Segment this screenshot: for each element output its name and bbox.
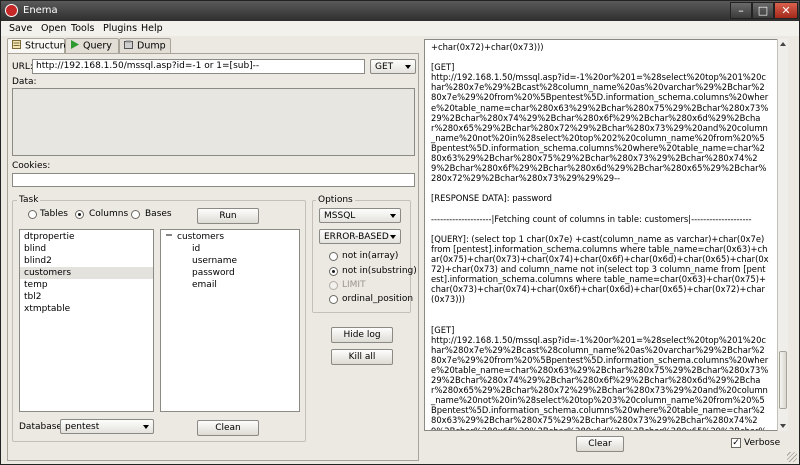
radio-ordinal-position[interactable] <box>329 295 338 304</box>
database-value: pentest <box>65 422 100 432</box>
clean-button[interactable]: Clean <box>197 420 259 436</box>
list-item[interactable]: blind2 <box>20 255 153 267</box>
tab-query-label: Query <box>83 40 112 52</box>
cookies-field[interactable] <box>12 173 415 187</box>
post-data-field[interactable] <box>12 88 415 156</box>
database-label: Database: <box>19 422 65 432</box>
tree-item[interactable]: id <box>192 243 200 255</box>
kill-all-button[interactable]: Kill all <box>331 349 393 365</box>
list-item[interactable]: customers <box>20 267 153 279</box>
radio-not-in-array-label: not in(array) <box>342 251 399 261</box>
tree-item[interactable]: email <box>192 279 217 291</box>
resize-grip[interactable] <box>787 452 797 462</box>
url-label: URL: <box>12 62 33 72</box>
tree-item[interactable]: username <box>192 255 237 267</box>
menu-plugins[interactable]: Plugins <box>103 23 137 34</box>
dump-icon <box>124 40 133 52</box>
dbms-value: MSSQL <box>324 211 356 221</box>
log-text: +char(0x72)+char(0x73))) [GET] http://19… <box>431 42 769 431</box>
database-select[interactable]: pentest <box>60 419 154 434</box>
play-icon <box>70 40 79 52</box>
radio-not-in-substring[interactable] <box>329 267 338 276</box>
injection-method-value: ERROR-BASED <box>324 232 389 242</box>
scroll-up-icon[interactable] <box>780 42 786 46</box>
radio-tables-label: Tables <box>40 209 68 219</box>
tab-dump[interactable]: Dump <box>119 38 171 53</box>
radio-tables[interactable] <box>28 210 37 219</box>
tab-dump-label: Dump <box>137 40 166 52</box>
close-button[interactable]: ✕ <box>774 2 798 19</box>
radio-ordinal-position-label: ordinal_position <box>342 294 414 304</box>
radio-limit <box>329 281 338 290</box>
menu-bar: Save Open Tools Plugins Help <box>1 21 799 36</box>
app-logo-icon <box>5 4 18 17</box>
injection-method-select[interactable]: ERROR-BASED <box>319 229 401 244</box>
radio-bases[interactable] <box>131 210 140 219</box>
maximize-button[interactable]: □ <box>752 2 774 19</box>
scroll-thumb[interactable] <box>779 351 787 409</box>
window-title: Enema <box>23 5 58 16</box>
list-item[interactable]: blind <box>20 243 153 255</box>
list-item[interactable]: xtmptable <box>20 303 153 315</box>
dbms-select[interactable]: MSSQL <box>319 208 401 223</box>
cookies-label: Cookies: <box>12 161 51 171</box>
list-item[interactable]: tbl2 <box>20 291 153 303</box>
scroll-down-icon[interactable] <box>780 424 786 428</box>
radio-not-in-array[interactable] <box>329 252 338 261</box>
columns-tree[interactable]: customers id username password email <box>160 229 300 412</box>
chevron-down-icon <box>390 235 396 239</box>
http-method-value: GET <box>375 62 394 72</box>
chevron-down-icon <box>390 214 396 218</box>
chevron-down-icon <box>143 425 149 429</box>
menu-tools[interactable]: Tools <box>71 23 94 34</box>
title-bar[interactable]: Enema – □ ✕ <box>1 1 799 21</box>
minimize-button[interactable]: – <box>730 2 752 19</box>
app-window: Enema – □ ✕ Save Open Tools Plugins Help… <box>0 0 800 465</box>
radio-columns-label: Columns <box>89 209 129 219</box>
verbose-checkbox[interactable]: ✓ <box>731 438 741 448</box>
clear-button[interactable]: Clear <box>576 436 624 452</box>
radio-not-in-substring-label: not in(substring) <box>342 266 417 276</box>
tab-structure-label: Structure <box>25 40 70 52</box>
http-method-select[interactable]: GET <box>370 59 416 74</box>
tab-structure[interactable]: Structure <box>7 38 69 54</box>
tables-list[interactable]: dtpropertie blind blind2 customers temp … <box>19 229 154 412</box>
list-item[interactable]: temp <box>20 279 153 291</box>
structure-icon <box>12 40 21 52</box>
tree-collapse-icon[interactable] <box>165 231 173 243</box>
list-item[interactable]: dtpropertie <box>20 231 153 243</box>
radio-columns[interactable] <box>75 210 84 219</box>
url-input[interactable]: http://192.168.1.50/mssql.asp?id=-1 or 1… <box>32 59 365 74</box>
task-group-label: Task <box>17 195 41 205</box>
run-button[interactable]: Run <box>197 208 259 224</box>
tree-item[interactable]: password <box>192 267 235 279</box>
radio-limit-label: LIMIT <box>342 280 366 290</box>
log-scrollbar[interactable] <box>777 39 788 431</box>
menu-help[interactable]: Help <box>141 23 163 34</box>
menu-save[interactable]: Save <box>9 23 32 34</box>
chevron-down-icon <box>405 65 411 69</box>
log-output[interactable]: +char(0x72)+char(0x73))) [GET] http://19… <box>424 39 788 431</box>
options-group-label: Options <box>316 195 355 205</box>
tree-root-item[interactable]: customers <box>177 231 224 243</box>
tab-query[interactable]: Query <box>65 38 119 53</box>
verbose-label: Verbose <box>744 438 781 448</box>
menu-open[interactable]: Open <box>41 23 66 34</box>
radio-bases-label: Bases <box>145 209 172 219</box>
hide-log-button[interactable]: Hide log <box>331 327 393 343</box>
data-label: Data: <box>12 77 37 87</box>
